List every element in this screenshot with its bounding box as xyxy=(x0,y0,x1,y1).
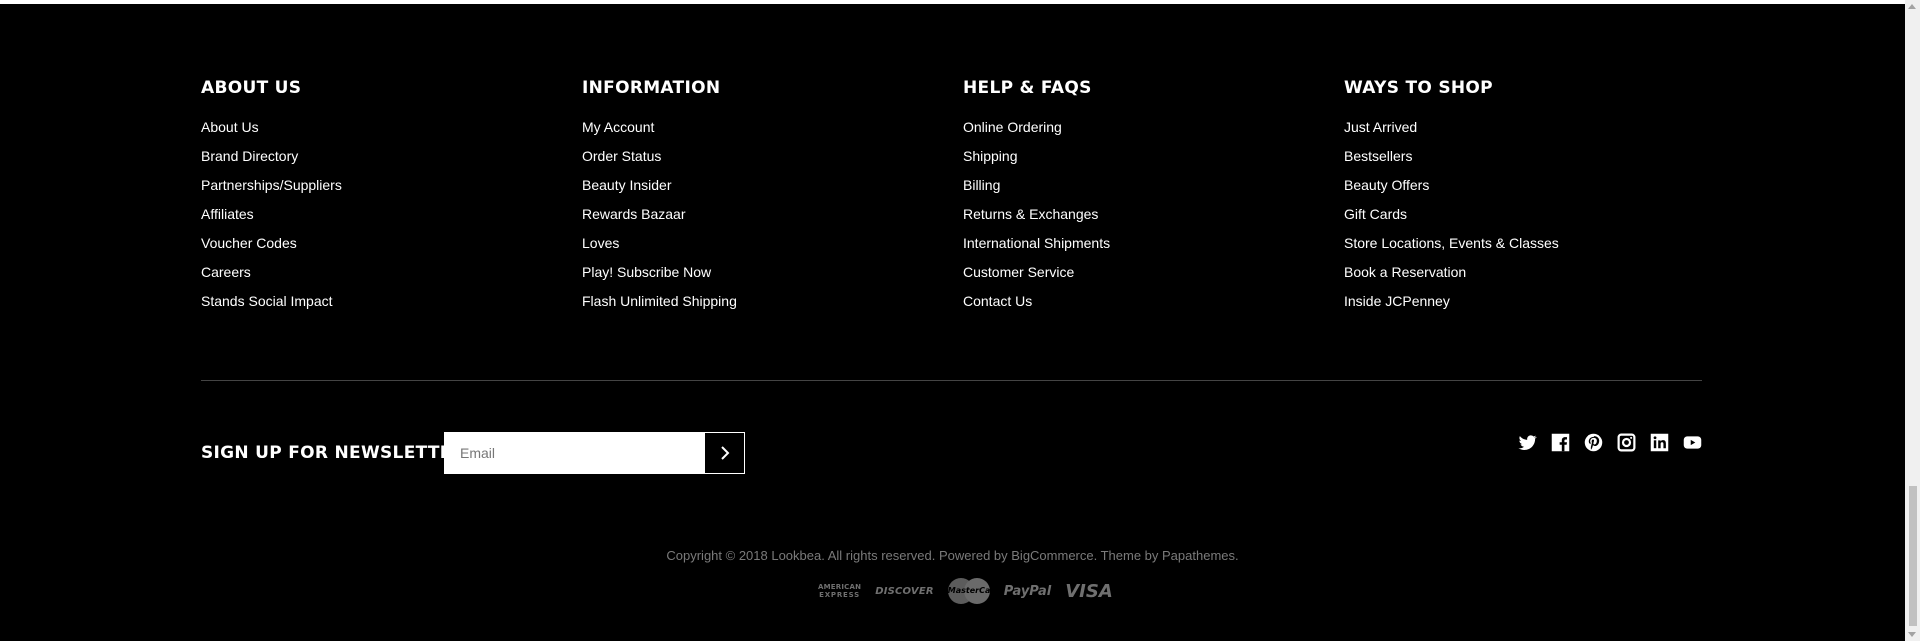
scroll-down-arrow-icon[interactable] xyxy=(1908,632,1916,637)
list-item: Just Arrived xyxy=(1344,118,1704,147)
list-item: About Us xyxy=(201,118,561,147)
footer-link[interactable]: Stands Social Impact xyxy=(201,293,333,309)
footer-link[interactable]: Beauty Offers xyxy=(1344,177,1429,193)
footer-link[interactable]: Partnerships/Suppliers xyxy=(201,177,342,193)
discover-icon: DISCOVER xyxy=(875,585,934,597)
footer-link[interactable]: My Account xyxy=(582,119,654,135)
list-item: Online Ordering xyxy=(963,118,1323,147)
scrollbar-thumb[interactable] xyxy=(1909,486,1917,626)
top-border xyxy=(0,0,1905,4)
footer-link[interactable]: Billing xyxy=(963,177,1000,193)
column-heading: Information xyxy=(582,78,721,98)
list-item: Beauty Insider xyxy=(582,176,942,205)
link-list: Just Arrived Bestsellers Beauty Offers G… xyxy=(1344,118,1704,321)
footer-link[interactable]: Store Locations, Events & Classes xyxy=(1344,235,1559,251)
footer-link[interactable]: Shipping xyxy=(963,148,1018,164)
list-item: Shipping xyxy=(963,147,1323,176)
footer-link[interactable]: Customer Service xyxy=(963,264,1074,280)
list-item: Bestsellers xyxy=(1344,147,1704,176)
list-item: Gift Cards xyxy=(1344,205,1704,234)
column-heading: About Us xyxy=(201,78,302,98)
footer-column-about: About Us About Us Brand Directory Partne… xyxy=(201,78,561,321)
footer-link[interactable]: Play! Subscribe Now xyxy=(582,264,711,280)
footer-link[interactable]: Rewards Bazaar xyxy=(582,206,686,222)
list-item: Careers xyxy=(201,263,561,292)
footer-link[interactable]: Returns & Exchanges xyxy=(963,206,1098,222)
newsletter-email-input[interactable] xyxy=(444,432,704,474)
list-item: Stands Social Impact xyxy=(201,292,561,321)
link-list: My Account Order Status Beauty Insider R… xyxy=(582,118,942,321)
link-list: About Us Brand Directory Partnerships/Su… xyxy=(201,118,561,321)
footer-link[interactable]: Beauty Insider xyxy=(582,177,672,193)
list-item: Loves xyxy=(582,234,942,263)
footer-link[interactable]: Flash Unlimited Shipping xyxy=(582,293,737,309)
footer-column-ways-to-shop: Ways To Shop Just Arrived Bestsellers Be… xyxy=(1344,78,1704,321)
list-item: Beauty Offers xyxy=(1344,176,1704,205)
footer-link[interactable]: Affiliates xyxy=(201,206,254,222)
footer-link[interactable]: Inside JCPenney xyxy=(1344,293,1450,309)
social-links xyxy=(1517,432,1703,453)
newsletter-form xyxy=(444,432,745,474)
paypal-icon: PayPal xyxy=(1003,583,1052,599)
youtube-icon[interactable] xyxy=(1682,432,1703,453)
footer-link[interactable]: Contact Us xyxy=(963,293,1032,309)
list-item: Flash Unlimited Shipping xyxy=(582,292,942,321)
column-heading: Help & FAQs xyxy=(963,78,1092,98)
list-item: Book a Reservation xyxy=(1344,263,1704,292)
list-item: Rewards Bazaar xyxy=(582,205,942,234)
pinterest-icon[interactable] xyxy=(1583,432,1604,453)
footer-link[interactable]: Gift Cards xyxy=(1344,206,1407,222)
footer-link[interactable]: Just Arrived xyxy=(1344,119,1417,135)
list-item: Billing xyxy=(963,176,1323,205)
facebook-icon[interactable] xyxy=(1550,432,1571,453)
list-item: Affiliates xyxy=(201,205,561,234)
footer-divider xyxy=(201,380,1702,381)
footer-link[interactable]: International Shipments xyxy=(963,235,1110,251)
column-heading: Ways To Shop xyxy=(1344,78,1493,98)
list-item: Returns & Exchanges xyxy=(963,205,1323,234)
page-scrollbar[interactable] xyxy=(1905,0,1920,641)
visa-icon: VISA xyxy=(1065,580,1113,602)
footer-column-information: Information My Account Order Status Beau… xyxy=(582,78,942,321)
list-item: Customer Service xyxy=(963,263,1323,292)
footer-link[interactable]: Loves xyxy=(582,235,619,251)
footer-link[interactable]: Online Ordering xyxy=(963,119,1062,135)
list-item: My Account xyxy=(582,118,942,147)
footer-link[interactable]: About Us xyxy=(201,119,259,135)
list-item: Play! Subscribe Now xyxy=(582,263,942,292)
newsletter-heading: Sign Up For Newsletter xyxy=(201,443,466,463)
scroll-up-arrow-icon[interactable] xyxy=(1908,4,1916,9)
copyright-text: Copyright © 2018 Lookbea. All rights res… xyxy=(666,548,1239,563)
newsletter-submit-button[interactable] xyxy=(704,432,745,474)
linkedin-icon[interactable] xyxy=(1649,432,1670,453)
chevron-right-icon xyxy=(720,446,729,460)
list-item: Brand Directory xyxy=(201,147,561,176)
footer-link[interactable]: Voucher Codes xyxy=(201,235,297,251)
footer-link[interactable]: Bestsellers xyxy=(1344,148,1412,164)
instagram-icon[interactable] xyxy=(1616,432,1637,453)
list-item: Contact Us xyxy=(963,292,1323,321)
mastercard-icon: MasterCard xyxy=(947,578,1000,604)
footer-column-help: Help & FAQs Online Ordering Shipping Bil… xyxy=(963,78,1323,321)
list-item: Partnerships/Suppliers xyxy=(201,176,561,205)
list-item: Order Status xyxy=(582,147,942,176)
list-item: Voucher Codes xyxy=(201,234,561,263)
american-express-icon: AMERICAN EXPRESS xyxy=(818,583,862,599)
twitter-icon[interactable] xyxy=(1517,432,1538,453)
footer-link[interactable]: Brand Directory xyxy=(201,148,298,164)
payment-icons: AMERICAN EXPRESS DISCOVER MasterCard Pay… xyxy=(818,578,1113,604)
list-item: Store Locations, Events & Classes xyxy=(1344,234,1704,263)
link-list: Online Ordering Shipping Billing Returns… xyxy=(963,118,1323,321)
list-item: Inside JCPenney xyxy=(1344,292,1704,321)
footer-link[interactable]: Book a Reservation xyxy=(1344,264,1466,280)
list-item: International Shipments xyxy=(963,234,1323,263)
footer-link[interactable]: Order Status xyxy=(582,148,661,164)
footer-link[interactable]: Careers xyxy=(201,264,251,280)
